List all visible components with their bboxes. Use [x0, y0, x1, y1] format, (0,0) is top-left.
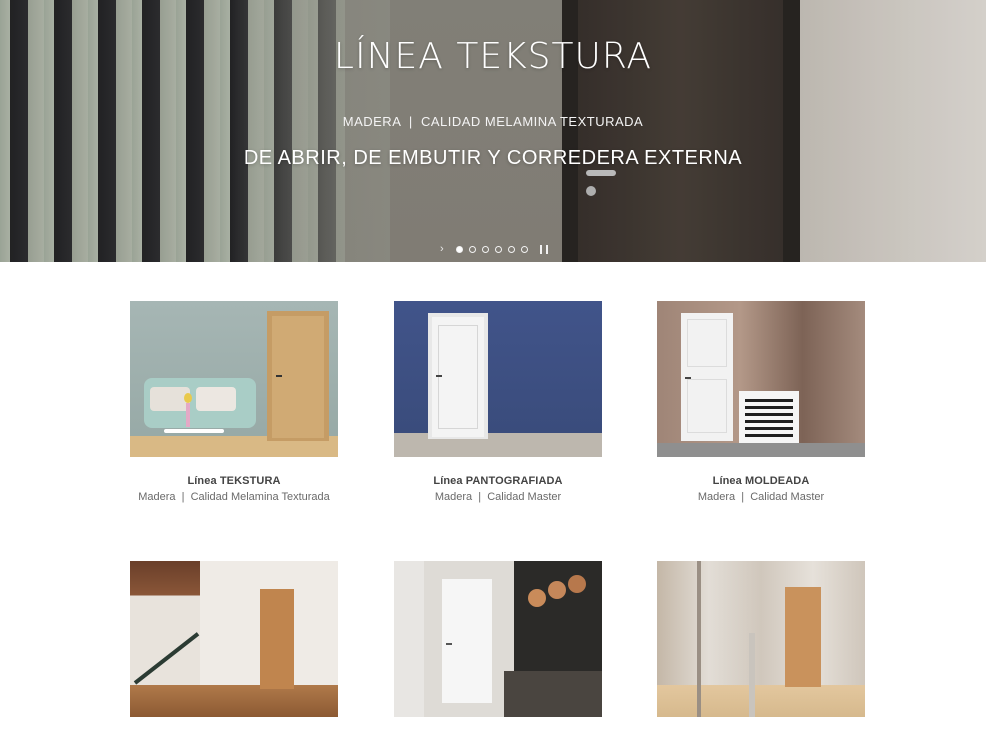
slider-dot-3[interactable] — [482, 245, 489, 253]
product-subtitle: Madera | Calidad Master — [697, 491, 825, 503]
slider-dot-5[interactable] — [508, 245, 515, 253]
product-card[interactable]: Línea MOLDEADA Madera | Calidad Master — [657, 301, 865, 503]
slider-dot-1[interactable] — [456, 245, 463, 253]
product-title[interactable]: Línea TEKSTURA — [130, 475, 338, 487]
product-card[interactable] — [657, 561, 865, 735]
product-subtitle: Madera | Calidad Master — [434, 491, 562, 503]
hero-slider: LÍNEA TEKSTURA MADERA | CALIDAD MELAMINA… — [0, 0, 986, 262]
product-image[interactable] — [657, 301, 865, 457]
hero-subtitle: MADERA | CALIDAD MELAMINA TEXTURADA — [342, 114, 644, 129]
product-image[interactable] — [394, 301, 602, 457]
slider-dot-4[interactable] — [495, 245, 502, 253]
product-card[interactable] — [130, 561, 338, 735]
hero-title: LÍNEA TEKSTURA — [333, 36, 653, 77]
product-subtitle: Madera | Calidad Melamina Texturada — [138, 491, 330, 503]
slider-dot-2[interactable] — [469, 245, 476, 253]
product-image[interactable] — [130, 301, 338, 457]
product-title[interactable]: Línea MOLDEADA — [657, 475, 865, 487]
product-card[interactable] — [394, 561, 602, 735]
hero-tagline: DE ABRIR, DE EMBUTIR Y CORREDERA EXTERNA — [243, 147, 743, 169]
pause-icon[interactable] — [540, 244, 548, 254]
product-card[interactable]: Línea TEKSTURA Madera | Calidad Melamina… — [130, 301, 338, 503]
slider-dot-6[interactable] — [521, 245, 528, 253]
product-image[interactable] — [657, 561, 865, 717]
slider-controls: › — [440, 243, 548, 255]
product-image[interactable] — [394, 561, 602, 717]
chevron-right-icon[interactable]: › — [440, 243, 448, 255]
product-card[interactable]: Línea PANTOGRAFIADA Madera | Calidad Mas… — [394, 301, 602, 503]
product-image[interactable] — [130, 561, 338, 717]
product-title[interactable]: Línea PANTOGRAFIADA — [394, 475, 602, 487]
